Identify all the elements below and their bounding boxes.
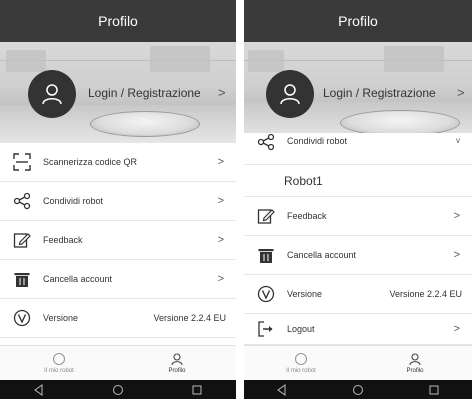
robot-icon — [52, 352, 66, 366]
screen-divider — [236, 0, 244, 399]
menu-item-label: Scannerizza codice QR — [43, 157, 138, 167]
person-icon — [42, 84, 62, 105]
menu-item-label: Cancella account — [43, 274, 113, 284]
chevron-right-icon: > — [453, 323, 460, 335]
tab-profile[interactable]: Profilo — [118, 346, 236, 380]
app-bar: Profilo — [0, 0, 236, 42]
tab-label: Profilo — [406, 368, 424, 374]
menu-item-feedback[interactable]: Feedback > — [0, 221, 236, 260]
chevron-right-icon: > — [217, 195, 224, 207]
home-icon[interactable] — [352, 384, 364, 396]
person-icon — [409, 353, 421, 366]
profile-header[interactable]: Login / Registrazione > — [0, 42, 236, 143]
menu-item-delete-account[interactable]: Cancella account > — [244, 236, 472, 275]
edit-icon — [11, 229, 33, 251]
hero-furniture — [384, 46, 444, 72]
bottom-nav: Il mio robot Profilo — [244, 345, 472, 380]
tab-label: Il mio robot — [44, 368, 74, 374]
profile-screen-right: Profilo Login / Registrazione > Condivid… — [244, 0, 472, 399]
menu-item-share-robot[interactable]: Condividi robot v — [244, 133, 472, 165]
tab-profile[interactable]: Profilo — [358, 346, 472, 380]
hero-furniture — [6, 50, 46, 72]
profile-screen-left: Profilo Login / Registrazione > Scanneri… — [0, 0, 236, 399]
trash-icon — [11, 268, 33, 290]
avatar[interactable] — [28, 70, 76, 118]
menu-item-label: Logout — [287, 324, 315, 334]
system-nav-bar — [0, 380, 236, 399]
menu-item-label: Cancella account — [287, 250, 357, 260]
person-icon — [280, 84, 300, 105]
trash-icon — [255, 244, 277, 266]
share-icon — [11, 190, 33, 212]
version-value: Versione 2.2.4 EU — [389, 289, 462, 299]
menu-item-label: Feedback — [287, 211, 327, 221]
version-icon — [11, 307, 33, 329]
profile-header[interactable]: Login / Registrazione > — [244, 42, 472, 140]
app-bar: Profilo — [244, 0, 472, 42]
menu-item-label: Condividi robot — [287, 135, 348, 146]
login-register-link[interactable]: Login / Registrazione — [323, 86, 436, 100]
menu-item-label: Versione — [43, 313, 79, 323]
home-icon[interactable] — [112, 384, 124, 396]
recents-icon[interactable] — [191, 384, 203, 396]
shared-robot-item[interactable]: Robot1 — [244, 165, 472, 197]
chevron-right-icon: > — [217, 156, 224, 168]
page-title: Profilo — [98, 13, 138, 29]
system-nav-bar — [244, 380, 472, 399]
menu-item-share-robot[interactable]: Condividi robot > — [0, 182, 236, 221]
version-icon — [255, 283, 277, 305]
tab-my-robot[interactable]: Il mio robot — [0, 346, 118, 380]
hero-furniture — [248, 50, 284, 72]
person-icon — [171, 353, 183, 366]
menu-item-label: Condividi robot — [43, 196, 104, 206]
robot-icon — [294, 352, 308, 366]
chevron-right-icon: > — [457, 85, 465, 100]
tab-my-robot[interactable]: Il mio robot — [244, 346, 358, 380]
menu-item-feedback[interactable]: Feedback > — [244, 197, 472, 236]
chevron-right-icon: > — [217, 234, 224, 246]
tab-label: Il mio robot — [286, 368, 316, 374]
hero-robot-image — [90, 111, 200, 137]
chevron-right-icon: > — [453, 249, 460, 261]
page-title: Profilo — [338, 13, 378, 29]
hero-furniture — [150, 46, 210, 72]
share-icon — [255, 131, 277, 153]
menu-item-logout[interactable]: Logout > — [244, 314, 472, 345]
chevron-right-icon: > — [453, 210, 460, 222]
bottom-nav: Il mio robot Profilo — [0, 345, 236, 380]
chevron-down-icon: v — [456, 136, 460, 145]
edit-icon — [255, 205, 277, 227]
tab-label: Profilo — [168, 368, 186, 374]
menu-item-version: Versione Versione 2.2.4 EU — [0, 299, 236, 338]
menu-item-version: Versione Versione 2.2.4 EU — [244, 275, 472, 314]
menu-item-label: Versione — [287, 289, 323, 299]
version-value: Versione 2.2.4 EU — [153, 313, 226, 323]
menu-item-scan-qr[interactable]: Scannerizza codice QR > — [0, 143, 236, 182]
login-register-link[interactable]: Login / Registrazione — [88, 86, 201, 100]
avatar[interactable] — [266, 70, 314, 118]
chevron-right-icon: > — [217, 273, 224, 285]
back-icon[interactable] — [33, 383, 45, 396]
qr-scan-icon — [11, 151, 33, 173]
menu-item-delete-account[interactable]: Cancella account > — [0, 260, 236, 299]
chevron-right-icon: > — [218, 85, 226, 100]
back-icon[interactable] — [276, 383, 288, 396]
logout-icon — [255, 318, 277, 340]
robot-name: Robot1 — [284, 173, 323, 188]
menu-item-label: Feedback — [43, 235, 83, 245]
recents-icon[interactable] — [428, 384, 440, 396]
